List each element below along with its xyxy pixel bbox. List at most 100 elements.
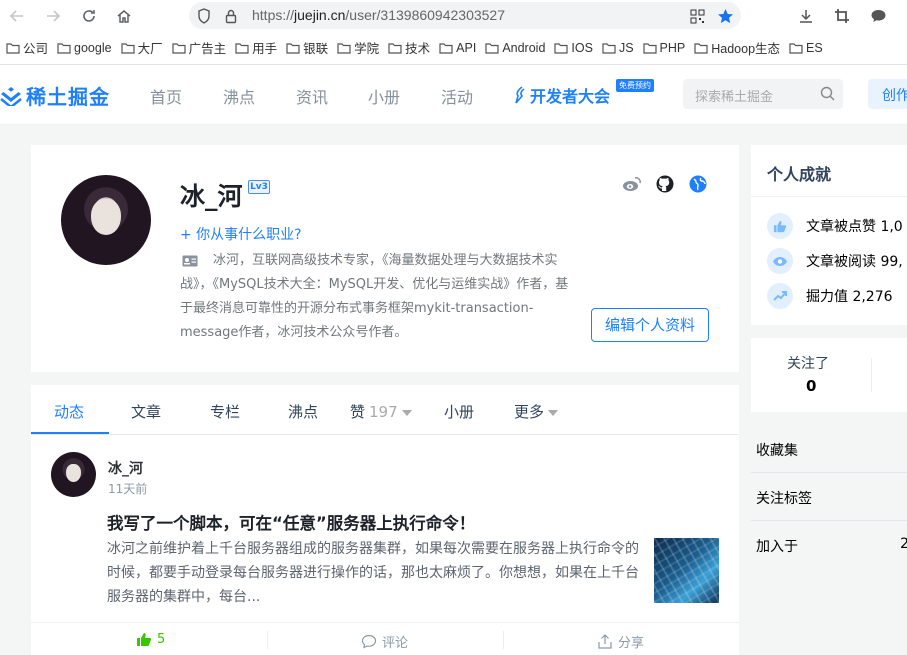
- divider: [267, 631, 268, 649]
- folder-icon: [439, 42, 453, 54]
- bookmark-folder[interactable]: 公司: [6, 38, 48, 57]
- folder-icon: [57, 42, 71, 54]
- folder-icon: [602, 42, 616, 54]
- divider: [751, 196, 907, 197]
- url-text: https://juejin.cn/user/3139860942303527: [252, 7, 505, 23]
- folder-icon: [337, 42, 351, 54]
- qr-code-icon[interactable]: [688, 7, 706, 25]
- caret-down-icon: [548, 409, 559, 416]
- post-author-avatar[interactable]: [51, 452, 96, 497]
- post-excerpt[interactable]: 冰河之前维护着上千台服务器组成的服务器集群，如果每次需要在服务器上执行命令的时候…: [107, 537, 647, 609]
- devcon-badge: 免费预约: [616, 79, 654, 92]
- site-logo[interactable]: 稀土掘金: [0, 81, 110, 110]
- sidebar-item-followed-tags[interactable]: 关注标签: [751, 473, 907, 521]
- nav-news[interactable]: 资讯: [296, 84, 328, 108]
- tab-columns[interactable]: 专栏: [210, 401, 240, 422]
- eye-icon: [767, 248, 793, 274]
- reload-icon[interactable]: [78, 5, 100, 27]
- post-actions: 5 评论 分享: [31, 622, 739, 655]
- browser-toolbar: https://juejin.cn/user/3139860942303527: [0, 0, 907, 31]
- like-button[interactable]: 5: [136, 632, 165, 647]
- nav-events[interactable]: 活动: [441, 84, 473, 108]
- tab-likes[interactable]: 赞 197: [350, 401, 412, 422]
- post-time: 11天前: [108, 482, 148, 496]
- logo-text: 稀土掘金: [26, 85, 110, 109]
- tab-pins[interactable]: 沸点: [288, 401, 318, 422]
- following-card[interactable]: 关注了 0: [751, 338, 907, 412]
- bookmark-folder[interactable]: Hadoop生态: [694, 38, 780, 57]
- tab-more[interactable]: 更多: [514, 401, 559, 422]
- crop-icon[interactable]: [831, 5, 853, 27]
- folder-icon: [388, 42, 402, 54]
- job-prompt-link[interactable]: + 你从事什么职业?: [180, 224, 302, 244]
- post-author[interactable]: 冰_河: [108, 458, 143, 478]
- sidebar-item-collections[interactable]: 收藏集: [751, 425, 907, 473]
- bookmark-folder[interactable]: 技术: [388, 38, 430, 57]
- bookmark-folder[interactable]: ES: [789, 41, 823, 55]
- edit-profile-button[interactable]: 编辑个人资料: [591, 308, 709, 342]
- bookmark-folder[interactable]: JS: [602, 41, 634, 55]
- bookmark-folder[interactable]: PHP: [642, 41, 685, 55]
- forward-arrow-icon[interactable]: [42, 5, 64, 27]
- post-title[interactable]: 我写了一个脚本，可在“任意”服务器上执行命令！: [107, 510, 475, 534]
- back-arrow-icon[interactable]: [6, 5, 28, 27]
- bookmark-folder[interactable]: 广告主: [171, 38, 226, 57]
- achievement-reads: 文章被阅读 99,: [767, 248, 903, 274]
- chat-icon[interactable]: [867, 5, 889, 27]
- download-icon[interactable]: [795, 5, 817, 27]
- bookmark-star-icon[interactable]: [716, 7, 734, 25]
- bookmarks-bar: 公司 google 大厂 广告主 用手 银联 学院 技术 API Android…: [0, 31, 907, 65]
- folder-icon: [286, 42, 300, 54]
- bookmark-folder[interactable]: Android: [485, 41, 545, 55]
- search-icon[interactable]: [820, 86, 835, 105]
- comment-button[interactable]: 评论: [361, 632, 408, 651]
- site-header: 稀土掘金 首页 沸点 资讯 小册 活动 开发者大会 免费预约 探索稀土掘金 创作: [0, 65, 907, 125]
- globe-icon[interactable]: [689, 175, 707, 197]
- bookmark-folder[interactable]: 银联: [286, 38, 328, 57]
- post-thumbnail[interactable]: [654, 538, 719, 603]
- nav-pins[interactable]: 沸点: [223, 84, 255, 108]
- tab-articles[interactable]: 文章: [131, 401, 161, 422]
- bookmark-folder[interactable]: API: [439, 41, 476, 55]
- joined-date: 2: [900, 536, 907, 552]
- bookmark-folder[interactable]: IOS: [554, 41, 593, 55]
- achievement-power: 掘力值 2,276: [767, 283, 893, 309]
- achievements-title: 个人成就: [767, 165, 832, 184]
- profile-bio: 冰河，互联网高级技术专家，《海量数据处理与大数据技术实战》，《MySQL技术大全…: [180, 253, 569, 340]
- achievements-card: 个人成就 文章被点赞 1,0 文章被阅读 99, 掘力值 2,276: [751, 145, 907, 325]
- profile-tabs: 动态 文章 专栏 沸点 赞 197 小册 更多: [31, 385, 739, 435]
- folder-icon: [171, 42, 186, 54]
- comment-icon: [361, 634, 377, 649]
- address-bar[interactable]: https://juejin.cn/user/3139860942303527: [189, 2, 741, 29]
- divider: [871, 358, 872, 392]
- profile-card: 冰_河 Lv3 + 你从事什么职业? 冰河，互联网高级技术专家，《海量数据处理与…: [31, 145, 739, 372]
- weibo-icon[interactable]: [622, 175, 642, 197]
- tab-booklets[interactable]: 小册: [444, 401, 474, 422]
- bookmark-folder[interactable]: 用手: [235, 38, 277, 57]
- search-input[interactable]: 探索稀土掘金: [683, 79, 843, 109]
- nav-home[interactable]: 首页: [150, 84, 182, 108]
- following-count: 0: [806, 377, 817, 395]
- bookmark-folder[interactable]: 学院: [337, 38, 379, 57]
- home-icon[interactable]: [113, 5, 135, 27]
- avatar[interactable]: [61, 175, 151, 265]
- share-button[interactable]: 分享: [597, 632, 644, 651]
- create-button[interactable]: 创作: [868, 79, 907, 109]
- tab-dynamic[interactable]: 动态: [54, 401, 84, 422]
- thumbs-up-icon: [767, 213, 793, 239]
- folder-icon: [694, 42, 708, 54]
- thumbs-up-icon: [137, 633, 152, 646]
- level-badge[interactable]: Lv3: [248, 180, 270, 194]
- juejin-logo-icon: [0, 86, 22, 106]
- sidebar-item-joined: 加入于 2: [756, 536, 907, 555]
- bookmark-folder[interactable]: 大厂: [120, 38, 163, 57]
- nav-booklets[interactable]: 小册: [368, 84, 400, 108]
- bookmark-folder[interactable]: google: [57, 41, 112, 55]
- shield-icon[interactable]: [195, 7, 213, 25]
- caret-down-icon: [401, 409, 412, 416]
- profile-username: 冰_河: [180, 182, 243, 211]
- github-icon[interactable]: [656, 175, 674, 197]
- devcon-link[interactable]: 开发者大会 免费预约: [513, 79, 654, 107]
- active-tab-indicator: [31, 432, 109, 434]
- lock-icon[interactable]: [222, 7, 240, 25]
